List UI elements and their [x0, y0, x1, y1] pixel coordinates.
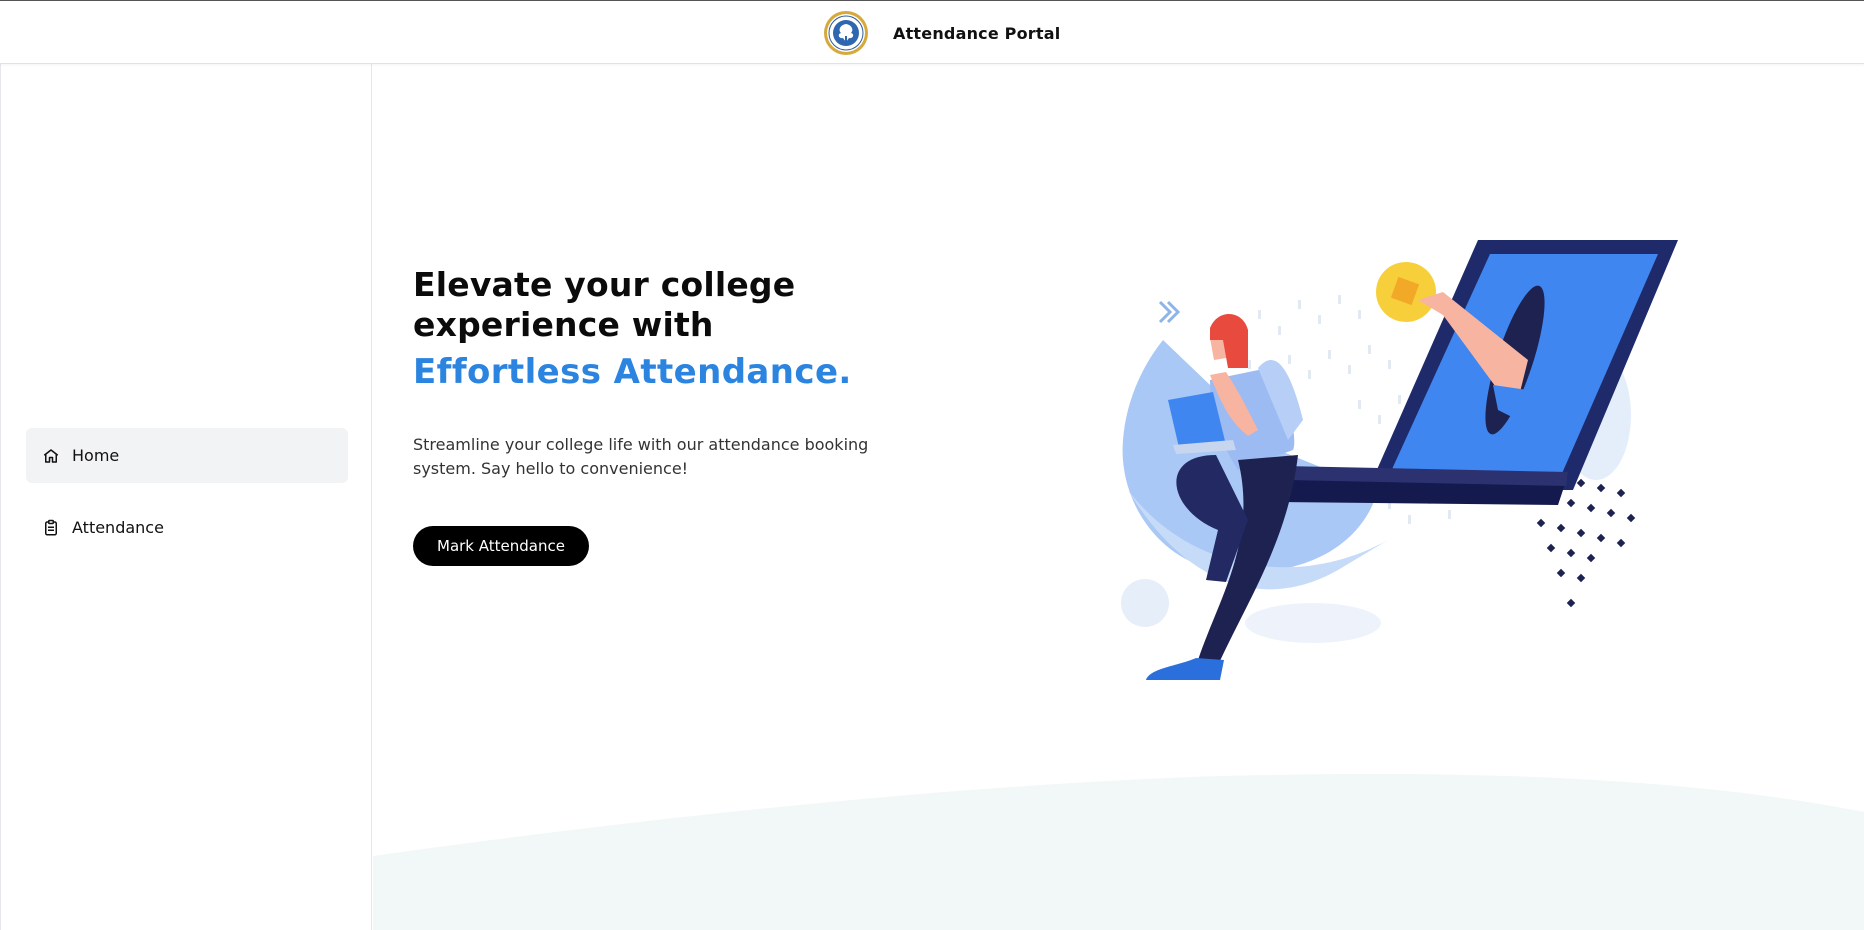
- sidebar-item-home[interactable]: Home: [26, 428, 348, 483]
- hero-headline-line2: experience with: [413, 305, 714, 344]
- hero-headline-accent: Effortless Attendance.: [413, 352, 852, 392]
- hero-subtitle: Streamline your college life with our at…: [413, 435, 869, 478]
- top-bar: Attendance Portal: [0, 0, 1864, 64]
- hero: Elevate your college experience with Eff…: [413, 265, 883, 497]
- app-title: Attendance Portal: [893, 23, 1061, 43]
- hero-headline-line1: Elevate your college: [413, 265, 796, 304]
- brand[interactable]: Attendance Portal: [823, 10, 1060, 56]
- hero-illustration: [1121, 240, 1678, 680]
- home-icon: [42, 447, 60, 465]
- main-content: Elevate your college experience with Eff…: [373, 64, 1864, 930]
- clipboard-icon: [42, 519, 60, 537]
- sidebar-item-label: Home: [72, 446, 120, 465]
- sidebar-item-attendance[interactable]: Attendance: [26, 500, 348, 555]
- hero-headline: Elevate your college experience with: [413, 265, 883, 345]
- college-seal-logo: [823, 10, 869, 56]
- sidebar-item-label: Attendance: [72, 518, 164, 537]
- mark-attendance-button[interactable]: Mark Attendance: [413, 526, 589, 566]
- sidebar: Home Attendance: [0, 64, 372, 930]
